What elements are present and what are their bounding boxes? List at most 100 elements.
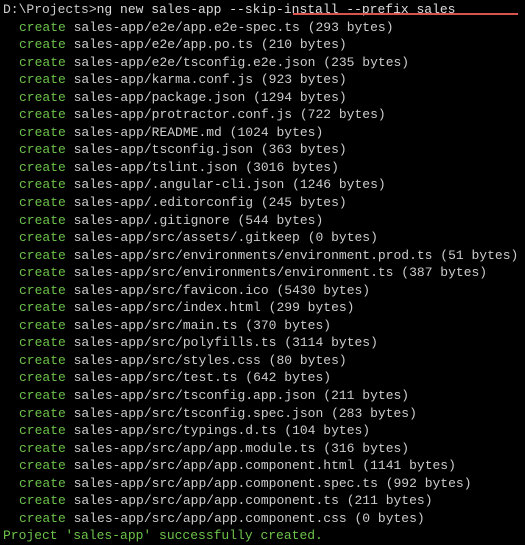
create-keyword: create	[19, 248, 66, 263]
file-path: sales-app/src/tsconfig.spec.json	[74, 406, 324, 421]
create-keyword: create	[19, 476, 66, 491]
output-line: create sales-app/src/app/app.component.t…	[3, 492, 522, 510]
output-line: create sales-app/src/styles.css (80 byte…	[3, 352, 522, 370]
output-line: create sales-app/src/environments/enviro…	[3, 247, 522, 265]
file-size: (387 bytes)	[401, 265, 487, 280]
output-line: create sales-app/README.md (1024 bytes)	[3, 124, 522, 142]
file-path: sales-app/tslint.json	[74, 160, 238, 175]
file-path: sales-app/src/polyfills.ts	[74, 335, 277, 350]
file-size: (316 bytes)	[323, 441, 409, 456]
terminal-output: create sales-app/e2e/app.e2e-spec.ts (29…	[3, 19, 522, 528]
file-path: sales-app/src/app/app.component.css	[74, 511, 347, 526]
create-keyword: create	[19, 458, 66, 473]
create-keyword: create	[19, 107, 66, 122]
file-path: sales-app/package.json	[74, 90, 246, 105]
file-size: (211 bytes)	[323, 388, 409, 403]
file-path: sales-app/src/app/app.component.html	[74, 458, 355, 473]
output-line: create sales-app/protractor.conf.js (722…	[3, 106, 522, 124]
file-path: sales-app/karma.conf.js	[74, 72, 253, 87]
output-line: create sales-app/src/favicon.ico (5430 b…	[3, 282, 522, 300]
prompt-path: D:\Projects>	[3, 2, 97, 17]
file-path: sales-app/src/favicon.ico	[74, 283, 269, 298]
file-size: (245 bytes)	[261, 195, 347, 210]
file-size: (211 bytes)	[347, 493, 433, 508]
file-size: (923 bytes)	[261, 72, 347, 87]
file-path: sales-app/.gitignore	[74, 213, 230, 228]
create-keyword: create	[19, 55, 66, 70]
output-line: create sales-app/src/tsconfig.spec.json …	[3, 405, 522, 423]
create-keyword: create	[19, 370, 66, 385]
output-line: create sales-app/src/polyfills.ts (3114 …	[3, 334, 522, 352]
output-line: create sales-app/e2e/app.e2e-spec.ts (29…	[3, 19, 522, 37]
output-line: create sales-app/src/tsconfig.app.json (…	[3, 387, 522, 405]
file-size: (1246 bytes)	[292, 177, 386, 192]
file-path: sales-app/e2e/app.po.ts	[74, 37, 253, 52]
output-line: create sales-app/src/typings.d.ts (104 b…	[3, 422, 522, 440]
file-size: (363 bytes)	[261, 142, 347, 157]
create-keyword: create	[19, 125, 66, 140]
file-size: (1141 bytes)	[362, 458, 456, 473]
create-keyword: create	[19, 265, 66, 280]
file-path: sales-app/src/styles.css	[74, 353, 261, 368]
output-line: create sales-app/e2e/app.po.ts (210 byte…	[3, 36, 522, 54]
create-keyword: create	[19, 283, 66, 298]
output-line: create sales-app/karma.conf.js (923 byte…	[3, 71, 522, 89]
file-size: (722 bytes)	[300, 107, 386, 122]
file-size: (80 bytes)	[269, 353, 347, 368]
output-line: create sales-app/.angular-cli.json (1246…	[3, 176, 522, 194]
file-size: (293 bytes)	[308, 20, 394, 35]
file-path: sales-app/src/typings.d.ts	[74, 423, 277, 438]
file-path: sales-app/protractor.conf.js	[74, 107, 292, 122]
file-path: sales-app/src/assets/.gitkeep	[74, 230, 300, 245]
file-path: sales-app/src/app/app.module.ts	[74, 441, 316, 456]
create-keyword: create	[19, 20, 66, 35]
create-keyword: create	[19, 318, 66, 333]
output-line: create sales-app/e2e/tsconfig.e2e.json (…	[3, 54, 522, 72]
file-path: sales-app/src/environments/environment.p…	[74, 248, 433, 263]
file-path: sales-app/src/index.html	[74, 300, 261, 315]
file-path: sales-app/src/main.ts	[74, 318, 238, 333]
file-size: (992 bytes)	[386, 476, 472, 491]
file-path: sales-app/src/app/app.component.spec.ts	[74, 476, 378, 491]
output-line: create sales-app/src/app/app.component.h…	[3, 457, 522, 475]
create-keyword: create	[19, 90, 66, 105]
create-keyword: create	[19, 423, 66, 438]
create-keyword: create	[19, 388, 66, 403]
file-size: (283 bytes)	[331, 406, 417, 421]
command-prompt-line[interactable]: D:\Projects>ng new sales-app --skip-inst…	[3, 1, 522, 19]
output-line: create sales-app/src/app/app.component.s…	[3, 475, 522, 493]
file-size: (235 bytes)	[323, 55, 409, 70]
create-keyword: create	[19, 511, 66, 526]
file-size: (3114 bytes)	[284, 335, 378, 350]
output-line: create sales-app/src/test.ts (642 bytes)	[3, 369, 522, 387]
create-keyword: create	[19, 406, 66, 421]
create-keyword: create	[19, 353, 66, 368]
file-path: sales-app/src/tsconfig.app.json	[74, 388, 316, 403]
create-keyword: create	[19, 37, 66, 52]
file-size: (51 bytes)	[440, 248, 518, 263]
create-keyword: create	[19, 160, 66, 175]
create-keyword: create	[19, 72, 66, 87]
output-line: create sales-app/tslint.json (3016 bytes…	[3, 159, 522, 177]
file-path: sales-app/e2e/tsconfig.e2e.json	[74, 55, 316, 70]
file-path: sales-app/e2e/app.e2e-spec.ts	[74, 20, 300, 35]
output-line: create sales-app/src/index.html (299 byt…	[3, 299, 522, 317]
file-size: (1024 bytes)	[230, 125, 324, 140]
create-keyword: create	[19, 441, 66, 456]
file-size: (210 bytes)	[261, 37, 347, 52]
file-path: sales-app/src/test.ts	[74, 370, 238, 385]
success-line: Project 'sales-app' successfully created…	[3, 527, 522, 545]
file-size: (3016 bytes)	[245, 160, 339, 175]
highlight-underline	[293, 13, 518, 15]
output-line: create sales-app/.gitignore (544 bytes)	[3, 212, 522, 230]
file-size: (104 bytes)	[284, 423, 370, 438]
file-size: (642 bytes)	[245, 370, 331, 385]
file-size: (0 bytes)	[354, 511, 424, 526]
file-path: sales-app/.editorconfig	[74, 195, 253, 210]
output-line: create sales-app/src/assets/.gitkeep (0 …	[3, 229, 522, 247]
output-line: create sales-app/src/app/app.component.c…	[3, 510, 522, 528]
success-text: Project 'sales-app' successfully created…	[3, 528, 323, 543]
create-keyword: create	[19, 142, 66, 157]
create-keyword: create	[19, 213, 66, 228]
output-line: create sales-app/src/app/app.module.ts (…	[3, 440, 522, 458]
